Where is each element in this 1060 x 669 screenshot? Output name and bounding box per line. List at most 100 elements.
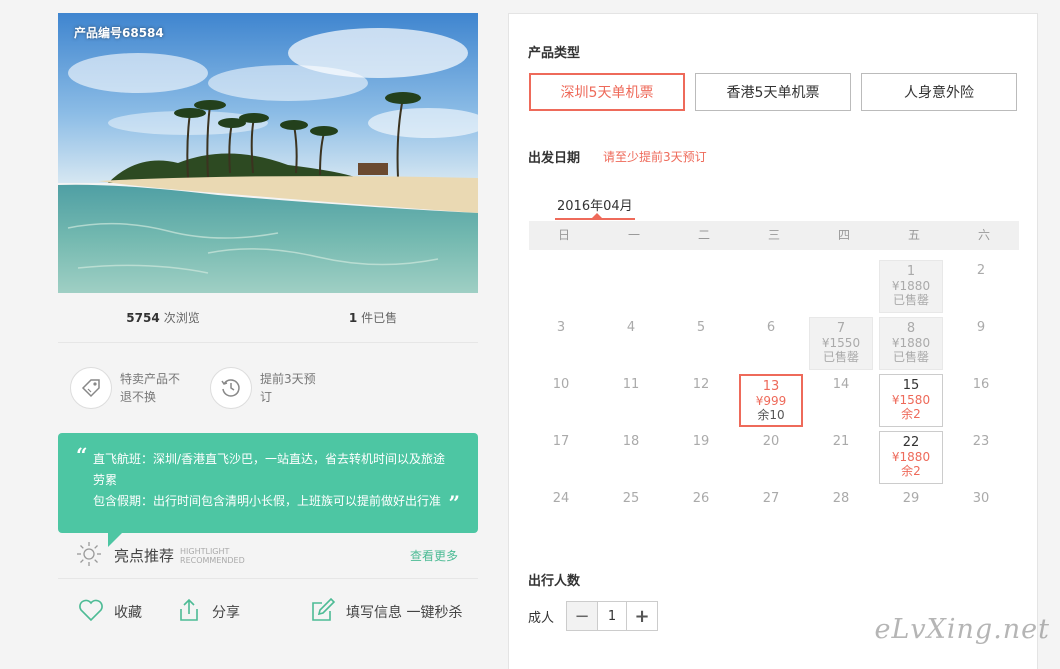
views-label: 次浏览 xyxy=(163,311,200,325)
day-remark: 余2 xyxy=(901,407,921,421)
day-number: 25 xyxy=(622,491,640,506)
type-option-insurance[interactable]: 人身意外险 xyxy=(861,73,1017,111)
share-icon xyxy=(176,597,202,627)
promise-text: 提前3天预订 xyxy=(260,372,316,404)
increment-button[interactable]: + xyxy=(627,602,658,630)
calendar-grid: 1 ¥1880 已售罄 2 3 4 5 6 7 ¥1550 已售罄 8 ¥1880 已售罄 9 10 11 12 1… xyxy=(529,260,1019,545)
calendar-day: 10 xyxy=(529,374,599,431)
adult-count-row: 成人 − 1 + xyxy=(528,601,659,631)
day-price: ¥1580 xyxy=(891,393,931,407)
product-stats: 5754 次浏览 1 件已售 xyxy=(58,293,478,343)
tag-icon xyxy=(70,367,112,409)
calendar-day: 15 ¥1580 余2 xyxy=(879,374,949,431)
calendar-day-selected[interactable]: 13 ¥999 余10 xyxy=(739,374,803,427)
fill-info-label: 填写信息 一键秒杀 xyxy=(346,605,463,621)
day-number: 27 xyxy=(762,491,780,506)
sun-icon xyxy=(76,541,102,571)
calendar-day-cell: 24 xyxy=(529,488,593,541)
calendar-day: 11 xyxy=(599,374,669,431)
month-tab[interactable]: 2016年04月 xyxy=(557,195,633,214)
day-number: 17 xyxy=(552,434,570,449)
calendar-empty-day xyxy=(599,260,669,317)
day-number: 20 xyxy=(762,434,780,449)
weekday-wed: 三 xyxy=(767,228,780,242)
adult-stepper: − 1 + xyxy=(566,601,659,631)
weekday-fri: 五 xyxy=(907,228,920,242)
calendar-day: 29 xyxy=(879,488,949,545)
calendar-week: 24 25 26 27 28 29 30 xyxy=(529,488,1019,545)
day-number: 12 xyxy=(692,377,710,392)
day-number: 9 xyxy=(976,320,986,335)
calendar-day: 23 xyxy=(949,431,1019,488)
calendar-day: 4 xyxy=(599,317,669,374)
decrement-button[interactable]: − xyxy=(567,602,598,630)
day-price: ¥999 xyxy=(755,394,787,408)
date-tip: 请至少提前3天预订 xyxy=(603,150,707,164)
weekday-header: 日 一 二 三 四 五 六 xyxy=(529,221,1019,250)
calendar-week: 3 4 5 6 7 ¥1550 已售罄 8 ¥1880 已售罄 9 xyxy=(529,317,1019,374)
sold-stat: 1 件已售 xyxy=(268,309,478,326)
weekday-tue: 二 xyxy=(697,228,710,242)
calendar-day-cell: 5 xyxy=(669,317,733,370)
day-remark: 已售罄 xyxy=(892,293,929,307)
view-more-link[interactable]: 查看更多 xyxy=(410,547,458,564)
calendar-day: 3 xyxy=(529,317,599,374)
day-price: ¥1550 xyxy=(821,336,861,350)
highlight-line-2: 包含假期：出行时间包含清明小长假，上班族可以提前做好出行准 xyxy=(93,494,442,508)
views-stat: 5754 次浏览 xyxy=(58,309,268,326)
month-indicator-icon xyxy=(592,213,602,218)
booking-panel: 产品类型 深圳5天单机票 香港5天单机票 人身意外险 出发日期 请至少提前3天预… xyxy=(508,13,1038,669)
calendar-day: 7 ¥1550 已售罄 xyxy=(809,317,879,374)
sold-count: 1 xyxy=(348,311,358,325)
calendar-day: 14 xyxy=(809,374,879,431)
day-number: 4 xyxy=(626,320,636,335)
day-price: ¥1880 xyxy=(891,336,931,350)
adult-count-value[interactable]: 1 xyxy=(597,602,628,630)
calendar-day: 9 xyxy=(949,317,1019,374)
calendar-day: 27 xyxy=(739,488,809,545)
beach-image xyxy=(58,13,478,293)
day-number: 2 xyxy=(976,263,986,278)
share-button[interactable]: 分享 xyxy=(176,597,240,627)
calendar-day-cell: 29 xyxy=(879,488,943,541)
calendar-day-sold: 7 ¥1550 已售罄 xyxy=(809,317,873,370)
calendar-day-cell: 17 xyxy=(529,431,593,484)
day-number: 1 xyxy=(906,264,916,279)
calendar-day-cell: 9 xyxy=(949,317,1013,370)
calendar-day: 16 xyxy=(949,374,1019,431)
day-number: 28 xyxy=(832,491,850,506)
action-bar: 收藏 分享 填写信息 一键秒杀 xyxy=(58,579,478,645)
calendar-day: 13 ¥999 余10 xyxy=(739,374,809,431)
calendar-day-available[interactable]: 22 ¥1880 余2 xyxy=(879,431,943,484)
calendar-day: 1 ¥1880 已售罄 xyxy=(879,260,949,317)
day-remark: 已售罄 xyxy=(892,350,929,364)
product-photo: 产品编号68584 xyxy=(58,13,478,293)
highlight-title: 亮点推荐 xyxy=(114,547,175,565)
type-option-shenzhen[interactable]: 深圳5天单机票 xyxy=(529,73,685,111)
calendar-day: 8 ¥1880 已售罄 xyxy=(879,317,949,374)
calendar-day: 25 xyxy=(599,488,669,545)
product-left-column: 产品编号68584 5754 次浏览 1 件已售 特卖产品不退不换 提前3天预订 “… xyxy=(58,13,478,645)
day-remark: 余10 xyxy=(757,408,785,422)
highlight-bubble: “ 直飞航班：深圳/香港直飞沙巴，一站直达，省去转机时间以及旅途劳累 包含假期：… xyxy=(58,433,478,547)
favorite-label: 收藏 xyxy=(114,605,142,621)
calendar-empty-day xyxy=(739,260,809,317)
watermark: eLvXing.net xyxy=(874,614,1050,645)
calendar-day-cell: 3 xyxy=(529,317,593,370)
calendar-day-cell: 21 xyxy=(809,431,873,484)
type-option-hongkong[interactable]: 香港5天单机票 xyxy=(695,73,851,111)
calendar-day: 18 xyxy=(599,431,669,488)
calendar-day-cell: 19 xyxy=(669,431,733,484)
calendar-day: 22 ¥1880 余2 xyxy=(879,431,949,488)
day-number: 11 xyxy=(622,377,640,392)
day-number: 8 xyxy=(906,321,916,336)
day-number: 22 xyxy=(902,435,920,450)
favorite-button[interactable]: 收藏 xyxy=(78,598,142,626)
calendar-day-sold: 1 ¥1880 已售罄 xyxy=(879,260,943,313)
day-number: 5 xyxy=(696,320,706,335)
highlight-en-2: RECOMMENDED xyxy=(180,555,245,565)
service-promises: 特卖产品不退不换 提前3天预订 xyxy=(58,343,478,433)
fill-info-button[interactable]: 填写信息 一键秒杀 xyxy=(310,597,462,627)
calendar-day-available[interactable]: 15 ¥1580 余2 xyxy=(879,374,943,427)
calendar-day: 20 xyxy=(739,431,809,488)
